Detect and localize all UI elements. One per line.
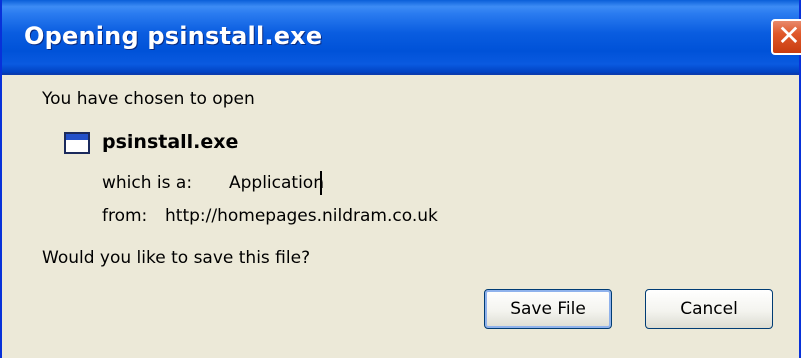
file-type-label: which is a: — [102, 173, 193, 193]
source-label: from: — [102, 206, 148, 226]
download-dialog: Opening psinstall.exe ✕ You have chosen … — [0, 0, 801, 358]
save-file-button[interactable]: Save File — [484, 289, 612, 329]
window-title: Opening psinstall.exe — [24, 22, 323, 50]
source-url: http://homepages.nildram.co.uk — [165, 206, 438, 226]
title-bar[interactable]: Opening psinstall.exe ✕ — [2, 0, 801, 75]
cancel-button[interactable]: Cancel — [645, 289, 773, 329]
file-name: psinstall.exe — [102, 131, 239, 153]
close-icon[interactable]: ✕ — [771, 19, 801, 55]
file-type-value: Application — [229, 173, 324, 193]
save-question: Would you like to save this file? — [42, 248, 311, 268]
application-window-icon — [64, 132, 90, 154]
dialog-body: You have chosen to open psinstall.exe wh… — [2, 75, 799, 358]
intro-text: You have chosen to open — [42, 89, 255, 109]
window-titlebar-glyph — [66, 134, 88, 140]
text-cursor — [320, 171, 322, 195]
